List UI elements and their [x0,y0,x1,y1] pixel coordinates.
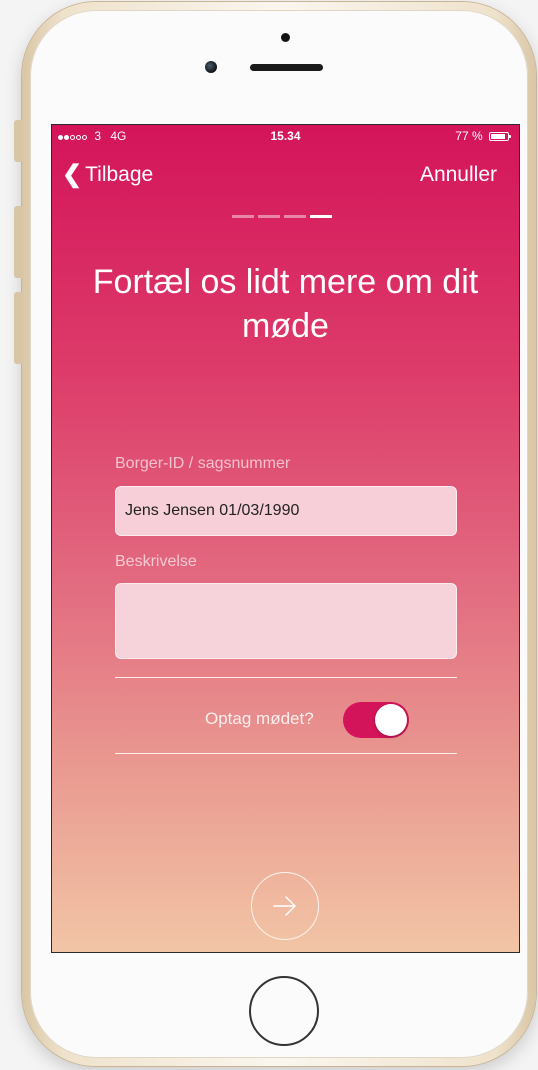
progress-step-1 [232,215,254,218]
progress-step-2 [258,215,280,218]
page-title: Fortæl os lidt mere om dit møde [92,262,479,345]
toggle-knob [375,704,407,736]
front-camera [205,61,217,73]
volume-up-button [14,206,22,278]
next-button[interactable] [251,872,319,940]
description-label: Beskrivelse [115,553,197,570]
citizen-id-input[interactable] [115,486,457,536]
proximity-sensor [281,33,290,42]
back-button[interactable]: ❮ Tilbage [62,163,153,187]
status-bar: 3 4G 15.34 77 % [52,125,519,147]
app-screen: 3 4G 15.34 77 % ❮ Tilbage Annuller Fortæ… [51,124,520,953]
battery-icon [489,132,511,142]
status-time: 15.34 [270,129,301,143]
progress-step-3 [284,215,306,218]
volume-down-button [14,292,22,364]
cancel-button[interactable]: Annuller [420,163,497,187]
earpiece-speaker [250,64,323,71]
description-input[interactable] [115,583,457,659]
record-meeting-row: Optag mødet? [52,699,519,739]
chevron-left-icon: ❮ [62,161,83,188]
progress-step-4 [310,215,332,218]
home-button[interactable] [249,976,319,1046]
record-meeting-toggle[interactable] [343,702,409,738]
divider-bottom [115,753,457,754]
progress-indicator [232,215,332,218]
citizen-id-label: Borger-ID / sagsnummer [115,455,291,472]
record-meeting-label: Optag mødet? [205,709,314,728]
arrow-right-icon [273,896,296,916]
battery-percentage: 77 % [455,129,483,143]
mute-switch [14,120,22,162]
status-right: 77 % [455,125,511,147]
divider-top [115,677,457,678]
back-label: Tilbage [85,163,154,186]
